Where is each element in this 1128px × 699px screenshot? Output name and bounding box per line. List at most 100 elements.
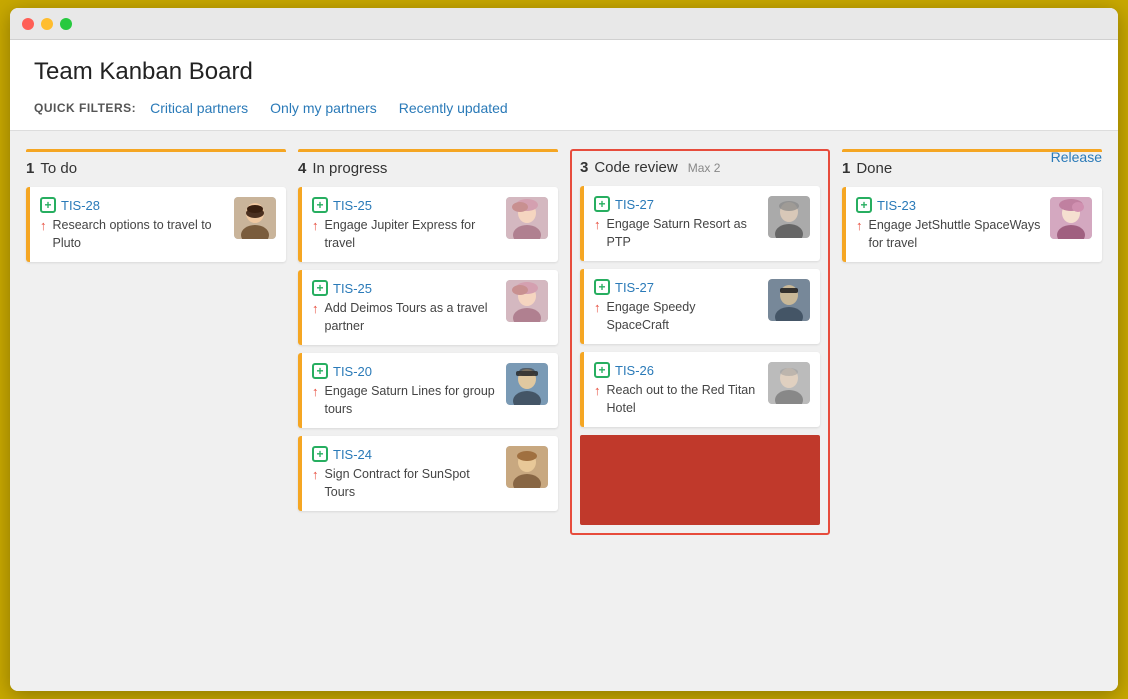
filter-recently-updated[interactable]: Recently updated <box>399 100 508 116</box>
card-id[interactable]: TIS-28 <box>61 198 100 213</box>
add-icon: + <box>594 279 610 295</box>
avatar-image <box>768 279 810 321</box>
card-desc-text: Reach out to the Red Titan Hotel <box>607 382 761 417</box>
release-button[interactable]: Release <box>1051 149 1102 165</box>
card-id-row: + TIS-25 <box>312 280 498 296</box>
card-tis20: + TIS-20 ↑ Engage Saturn Lines for group… <box>298 353 558 428</box>
card-desc: ↑ Reach out to the Red Titan Hotel <box>594 382 760 417</box>
codereview-cards: + TIS-27 ↑ Engage Saturn Resort as PTP <box>580 186 820 427</box>
priority-icon: ↑ <box>594 382 601 400</box>
card-id[interactable]: TIS-25 <box>333 281 372 296</box>
card-desc-text: Engage Speedy SpaceCraft <box>607 299 761 334</box>
card-id[interactable]: TIS-23 <box>877 198 916 213</box>
card-id[interactable]: TIS-27 <box>615 197 654 212</box>
avatar <box>506 280 548 322</box>
add-icon: + <box>312 363 328 379</box>
quick-filters-bar: QUICK FILTERS: Critical partners Only my… <box>34 100 1094 130</box>
add-icon: + <box>40 197 56 213</box>
card-id-row: + TIS-26 <box>594 362 760 378</box>
card-id[interactable]: TIS-20 <box>333 364 372 379</box>
priority-icon: ↑ <box>312 217 319 235</box>
card-id[interactable]: TIS-27 <box>615 280 654 295</box>
maximize-dot[interactable] <box>60 18 72 30</box>
filter-critical-partners[interactable]: Critical partners <box>150 100 248 116</box>
priority-icon: ↑ <box>594 299 601 317</box>
card-desc: ↑ Research options to travel to Pluto <box>40 217 226 252</box>
card-id-row: + TIS-27 <box>594 279 760 295</box>
minimize-dot[interactable] <box>41 18 53 30</box>
inprogress-cards: + TIS-25 ↑ Engage Jupiter Express for tr… <box>298 187 558 511</box>
card-desc: ↑ Engage Saturn Resort as PTP <box>594 216 760 251</box>
avatar <box>506 446 548 488</box>
add-icon: + <box>594 362 610 378</box>
done-title: Done <box>856 160 892 177</box>
avatar-image <box>1050 197 1092 239</box>
card-id[interactable]: TIS-25 <box>333 198 372 213</box>
card-desc: ↑ Engage Jupiter Express for travel <box>312 217 498 252</box>
card-desc: ↑ Engage Saturn Lines for group tours <box>312 383 498 418</box>
avatar <box>768 196 810 238</box>
add-icon: + <box>312 197 328 213</box>
card-id[interactable]: TIS-24 <box>333 447 372 462</box>
avatar <box>768 279 810 321</box>
avatar <box>1050 197 1092 239</box>
card-content: + TIS-20 ↑ Engage Saturn Lines for group… <box>312 363 498 418</box>
avatar-image <box>234 197 276 239</box>
card-desc-text: Engage Jupiter Express for travel <box>325 217 499 252</box>
priority-icon: ↑ <box>312 466 319 484</box>
close-dot[interactable] <box>22 18 34 30</box>
card-id-row: + TIS-23 <box>856 197 1042 213</box>
card-desc: ↑ Add Deimos Tours as a travel partner <box>312 300 498 335</box>
avatar-image <box>768 196 810 238</box>
card-id-row: + TIS-25 <box>312 197 498 213</box>
card-id[interactable]: TIS-26 <box>615 363 654 378</box>
codereview-overflow <box>580 435 820 525</box>
card-content: + TIS-25 ↑ Add Deimos Tours as a travel … <box>312 280 498 335</box>
card-content: + TIS-27 ↑ Engage Saturn Resort as PTP <box>594 196 760 251</box>
inprogress-title: In progress <box>312 160 387 177</box>
codereview-title: Code review <box>594 159 677 176</box>
app-window: Team Kanban Board QUICK FILTERS: Critica… <box>10 8 1118 691</box>
card-desc-text: Engage Saturn Lines for group tours <box>325 383 499 418</box>
card-content: + TIS-26 ↑ Reach out to the Red Titan Ho… <box>594 362 760 417</box>
add-icon: + <box>856 197 872 213</box>
avatar <box>506 363 548 405</box>
add-icon: + <box>312 280 328 296</box>
card-tis24: + TIS-24 ↑ Sign Contract for SunSpot Tou… <box>298 436 558 511</box>
column-header-inprogress: 4 In progress <box>298 160 558 177</box>
column-done: 1 Done + TIS-23 ↑ Engage Jet <box>842 149 1102 673</box>
titlebar <box>10 8 1118 40</box>
card-tis26: + TIS-26 ↑ Reach out to the Red Titan Ho… <box>580 352 820 427</box>
avatar-image <box>506 280 548 322</box>
card-tis25-2: + TIS-25 ↑ Add Deimos Tours as a travel … <box>298 270 558 345</box>
card-content: + TIS-25 ↑ Engage Jupiter Express for tr… <box>312 197 498 252</box>
card-id-row: + TIS-28 <box>40 197 226 213</box>
card-tis25-1: + TIS-25 ↑ Engage Jupiter Express for tr… <box>298 187 558 262</box>
avatar-image <box>768 362 810 404</box>
card-content: + TIS-24 ↑ Sign Contract for SunSpot Tou… <box>312 446 498 501</box>
todo-count: 1 <box>26 160 34 177</box>
card-id-row: + TIS-24 <box>312 446 498 462</box>
card-desc-text: Engage Saturn Resort as PTP <box>607 216 761 251</box>
card-content: + TIS-27 ↑ Engage Speedy SpaceCraft <box>594 279 760 334</box>
page-title: Team Kanban Board <box>34 58 1094 86</box>
card-desc: ↑ Sign Contract for SunSpot Tours <box>312 466 498 501</box>
avatar-image <box>506 363 548 405</box>
priority-icon: ↑ <box>312 383 319 401</box>
quick-filters-label: QUICK FILTERS: <box>34 101 136 115</box>
column-header-codereview: 3 Code review Max 2 <box>580 159 820 176</box>
card-desc: ↑ Engage Speedy SpaceCraft <box>594 299 760 334</box>
card-content: + TIS-28 ↑ Research options to travel to… <box>40 197 226 252</box>
priority-icon: ↑ <box>856 217 863 235</box>
avatar-image <box>506 446 548 488</box>
card-desc-text: Sign Contract for SunSpot Tours <box>325 466 499 501</box>
done-count: 1 <box>842 160 850 177</box>
avatar <box>506 197 548 239</box>
card-id-row: + TIS-27 <box>594 196 760 212</box>
inprogress-count: 4 <box>298 160 306 177</box>
add-icon: + <box>312 446 328 462</box>
filter-only-my-partners[interactable]: Only my partners <box>270 100 377 116</box>
kanban-board: Release 1 To do + TIS-28 <box>10 131 1118 691</box>
card-id-row: + TIS-20 <box>312 363 498 379</box>
avatar <box>768 362 810 404</box>
